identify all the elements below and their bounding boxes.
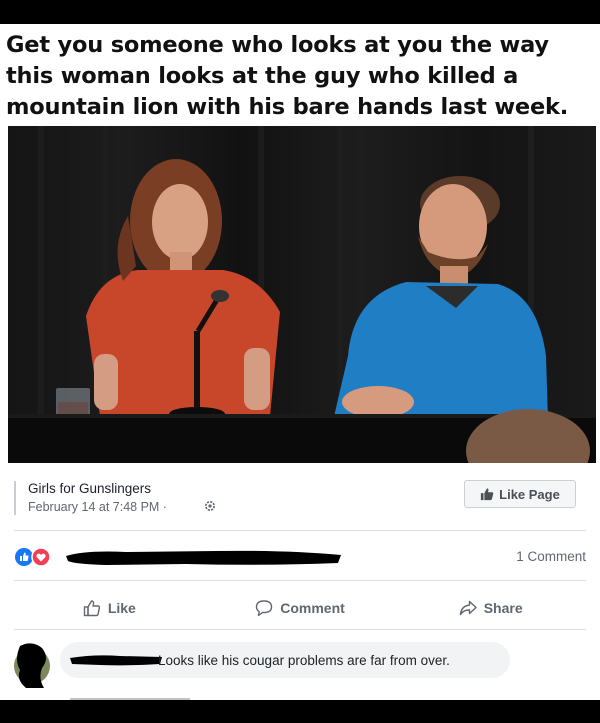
like-reaction-icon xyxy=(15,548,33,566)
page-name-link[interactable]: Girls for Gunslingers xyxy=(28,481,151,496)
like-page-button[interactable]: Like Page xyxy=(464,480,576,508)
like-page-label: Like Page xyxy=(499,486,560,502)
post-header: Girls for Gunslingers February 14 at 7:4… xyxy=(14,479,586,519)
header-divider xyxy=(14,481,16,515)
share-button[interactable]: Share xyxy=(395,596,586,620)
love-reaction-icon xyxy=(31,547,51,567)
thumbs-up-icon xyxy=(83,600,100,617)
meme-caption: Get you someone who looks at you the way… xyxy=(6,32,569,120)
divider-bottom xyxy=(14,629,586,630)
photo-illustration xyxy=(8,126,596,463)
facebook-post: Get you someone who looks at you the way… xyxy=(0,24,600,700)
comment-text: Looks like his cougar problems are far f… xyxy=(158,653,450,668)
gear-icon[interactable] xyxy=(204,500,216,512)
avatar[interactable] xyxy=(12,642,52,690)
speech-bubble-icon xyxy=(256,600,273,617)
share-label: Share xyxy=(483,600,523,616)
post-photo[interactable] xyxy=(8,126,596,463)
like-button[interactable]: Like xyxy=(14,596,205,620)
comment-item: Looks like his cougar problems are far f… xyxy=(0,636,600,700)
redacted-commenter-name xyxy=(70,655,162,666)
comment-bubble: Looks like his cougar problems are far f… xyxy=(60,642,510,678)
post-actions: Like Comment Share xyxy=(14,596,586,620)
redacted-names xyxy=(66,550,341,565)
top-black-bar xyxy=(0,0,600,24)
divider-middle xyxy=(14,580,586,581)
divider-top xyxy=(14,530,586,531)
thumbs-up-icon xyxy=(481,488,494,501)
share-arrow-icon xyxy=(459,600,477,616)
comment-count-link[interactable]: 1 Comment xyxy=(516,549,586,564)
like-label: Like xyxy=(107,600,136,616)
comment-label: Comment xyxy=(280,600,345,616)
reaction-icons[interactable] xyxy=(14,547,54,567)
post-timestamp[interactable]: February 14 at 7:48 PM · xyxy=(28,500,167,514)
bottom-black-bar xyxy=(0,700,600,723)
comment-button[interactable]: Comment xyxy=(205,596,396,620)
reactions-summary: 1 Comment xyxy=(14,544,586,570)
